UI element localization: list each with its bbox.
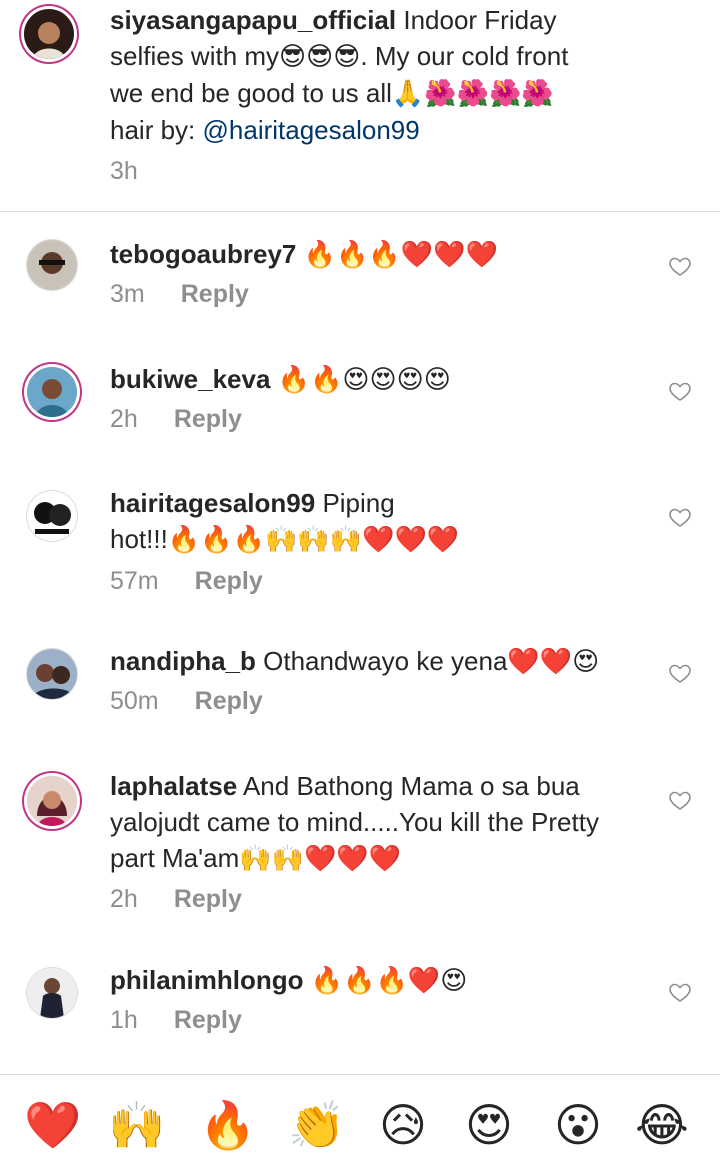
comment-meta: 50m Reply [110, 687, 263, 716]
comment-avatar[interactable] [27, 491, 77, 541]
comment-text: nandipha_b Othandwayo ke yena❤️❤️😍 [110, 643, 670, 680]
comment-body-line2: yalojudt came to mind.....You kill the P… [110, 807, 599, 837]
comment-text: philanimhlongo 🔥🔥🔥❤️😍 [110, 962, 670, 999]
comment-body: And Bathong Mama o sa bua [242, 771, 580, 801]
caption-username[interactable]: siyasangapapu_official [110, 5, 396, 35]
comment-avatar[interactable] [27, 649, 77, 699]
caption-line2b: . My our cold front [360, 41, 569, 71]
comment-username[interactable]: philanimhlongo [110, 965, 304, 995]
comment-meta: 57m Reply [110, 567, 263, 596]
comment-time: 57m [110, 567, 159, 595]
reply-button[interactable]: Reply [174, 1006, 242, 1034]
comment-emoji: 🔥🔥🔥🙌🙌🙌❤️❤️❤️ [167, 525, 460, 555]
comment-avatar[interactable] [27, 776, 77, 826]
comment-time: 2h [110, 885, 138, 913]
comment-text: hairitagesalon99 Piping hot!!!🔥🔥🔥🙌🙌🙌❤️❤️… [110, 485, 670, 558]
caption-line2: selfies with my [110, 41, 280, 71]
comment-emoji: 🔥🔥😍😍😍😍 [277, 365, 451, 395]
comment-text: laphalatse And Bathong Mama o sa bua yal… [110, 768, 670, 877]
reaction-heart-button[interactable]: ❤️ [23, 1095, 83, 1155]
reaction-surprised-button[interactable]: 😮 [548, 1095, 608, 1155]
caption-avatar[interactable] [24, 9, 74, 59]
caption: siyasangapapu_official Indoor Friday sel… [0, 0, 720, 211]
comment-text: bukiwe_keva 🔥🔥😍😍😍😍 [110, 361, 670, 398]
quick-reaction-bar: ❤️ 🙌 🔥 👏 😥 😍 😮 😂 [0, 1075, 720, 1162]
comment-body-line3: part Ma'am [110, 843, 240, 873]
reply-button[interactable]: Reply [195, 687, 263, 715]
comment-avatar[interactable] [27, 240, 77, 290]
comment-username[interactable]: bukiwe_keva [110, 364, 270, 394]
comment-avatar[interactable] [27, 367, 77, 417]
heart-outline-icon[interactable] [668, 980, 692, 1004]
comment-emoji: 🙌🙌❤️❤️❤️ [239, 844, 402, 874]
comment-emoji: 🔥🔥🔥❤️❤️❤️ [303, 240, 498, 270]
reaction-clap-button[interactable]: 👏 [287, 1095, 347, 1155]
caption-line4: hair by: [110, 115, 203, 145]
comment-time: 50m [110, 687, 159, 715]
caption-emoji-line2: 😎😎😎 [279, 42, 361, 72]
comment-avatar[interactable] [27, 968, 77, 1018]
comment-emoji: ❤️❤️😍 [507, 647, 600, 677]
reaction-fire-button[interactable]: 🔥 [198, 1095, 258, 1155]
heart-outline-icon[interactable] [668, 254, 692, 278]
comment-text: tebogoaubrey7 🔥🔥🔥❤️❤️❤️ [110, 236, 670, 273]
heart-outline-icon[interactable] [668, 788, 692, 812]
caption-emoji-line3: 🙏🌺🌺🌺🌺 [391, 79, 554, 109]
comment-emoji: 🔥🔥🔥❤️😍 [310, 966, 468, 996]
comment-meta: 2h Reply [110, 405, 242, 434]
comment-username[interactable]: nandipha_b [110, 646, 256, 676]
comment-time: 3m [110, 280, 145, 308]
reply-button[interactable]: Reply [174, 405, 242, 433]
comment-body: Piping [322, 488, 395, 518]
reply-button[interactable]: Reply [195, 567, 263, 595]
comment-body: Othandwayo ke yena [263, 646, 508, 676]
reaction-raised-hands-button[interactable]: 🙌 [107, 1095, 167, 1155]
heart-outline-icon[interactable] [668, 505, 692, 529]
comment-meta: 2h Reply [110, 885, 242, 914]
reaction-laughing-button[interactable]: 😂 [632, 1095, 692, 1155]
heart-outline-icon[interactable] [668, 661, 692, 685]
reaction-sad-button[interactable]: 😥 [373, 1095, 433, 1155]
comment-body-line2: hot!!! [110, 524, 168, 554]
comment-time: 2h [110, 405, 138, 433]
caption-mention-link[interactable]: @hairitagesalon99 [203, 115, 420, 145]
comment-username[interactable]: laphalatse [110, 771, 237, 801]
comment-time: 1h [110, 1006, 138, 1034]
caption-divider [0, 211, 720, 212]
heart-outline-icon[interactable] [668, 379, 692, 403]
caption-line1: Indoor Friday [403, 5, 557, 35]
comment-username[interactable]: hairitagesalon99 [110, 488, 315, 518]
comment-username[interactable]: tebogoaubrey7 [110, 239, 296, 269]
caption-text: siyasangapapu_official Indoor Friday sel… [110, 2, 670, 148]
reply-button[interactable]: Reply [174, 885, 242, 913]
caption-line3: we end be good to us all [110, 78, 392, 108]
comment-meta: 3m Reply [110, 280, 249, 309]
reply-button[interactable]: Reply [181, 280, 249, 308]
comment-meta: 1h Reply [110, 1006, 242, 1035]
caption-time: 3h [110, 157, 138, 185]
reaction-heart-eyes-button[interactable]: 😍 [459, 1095, 519, 1155]
